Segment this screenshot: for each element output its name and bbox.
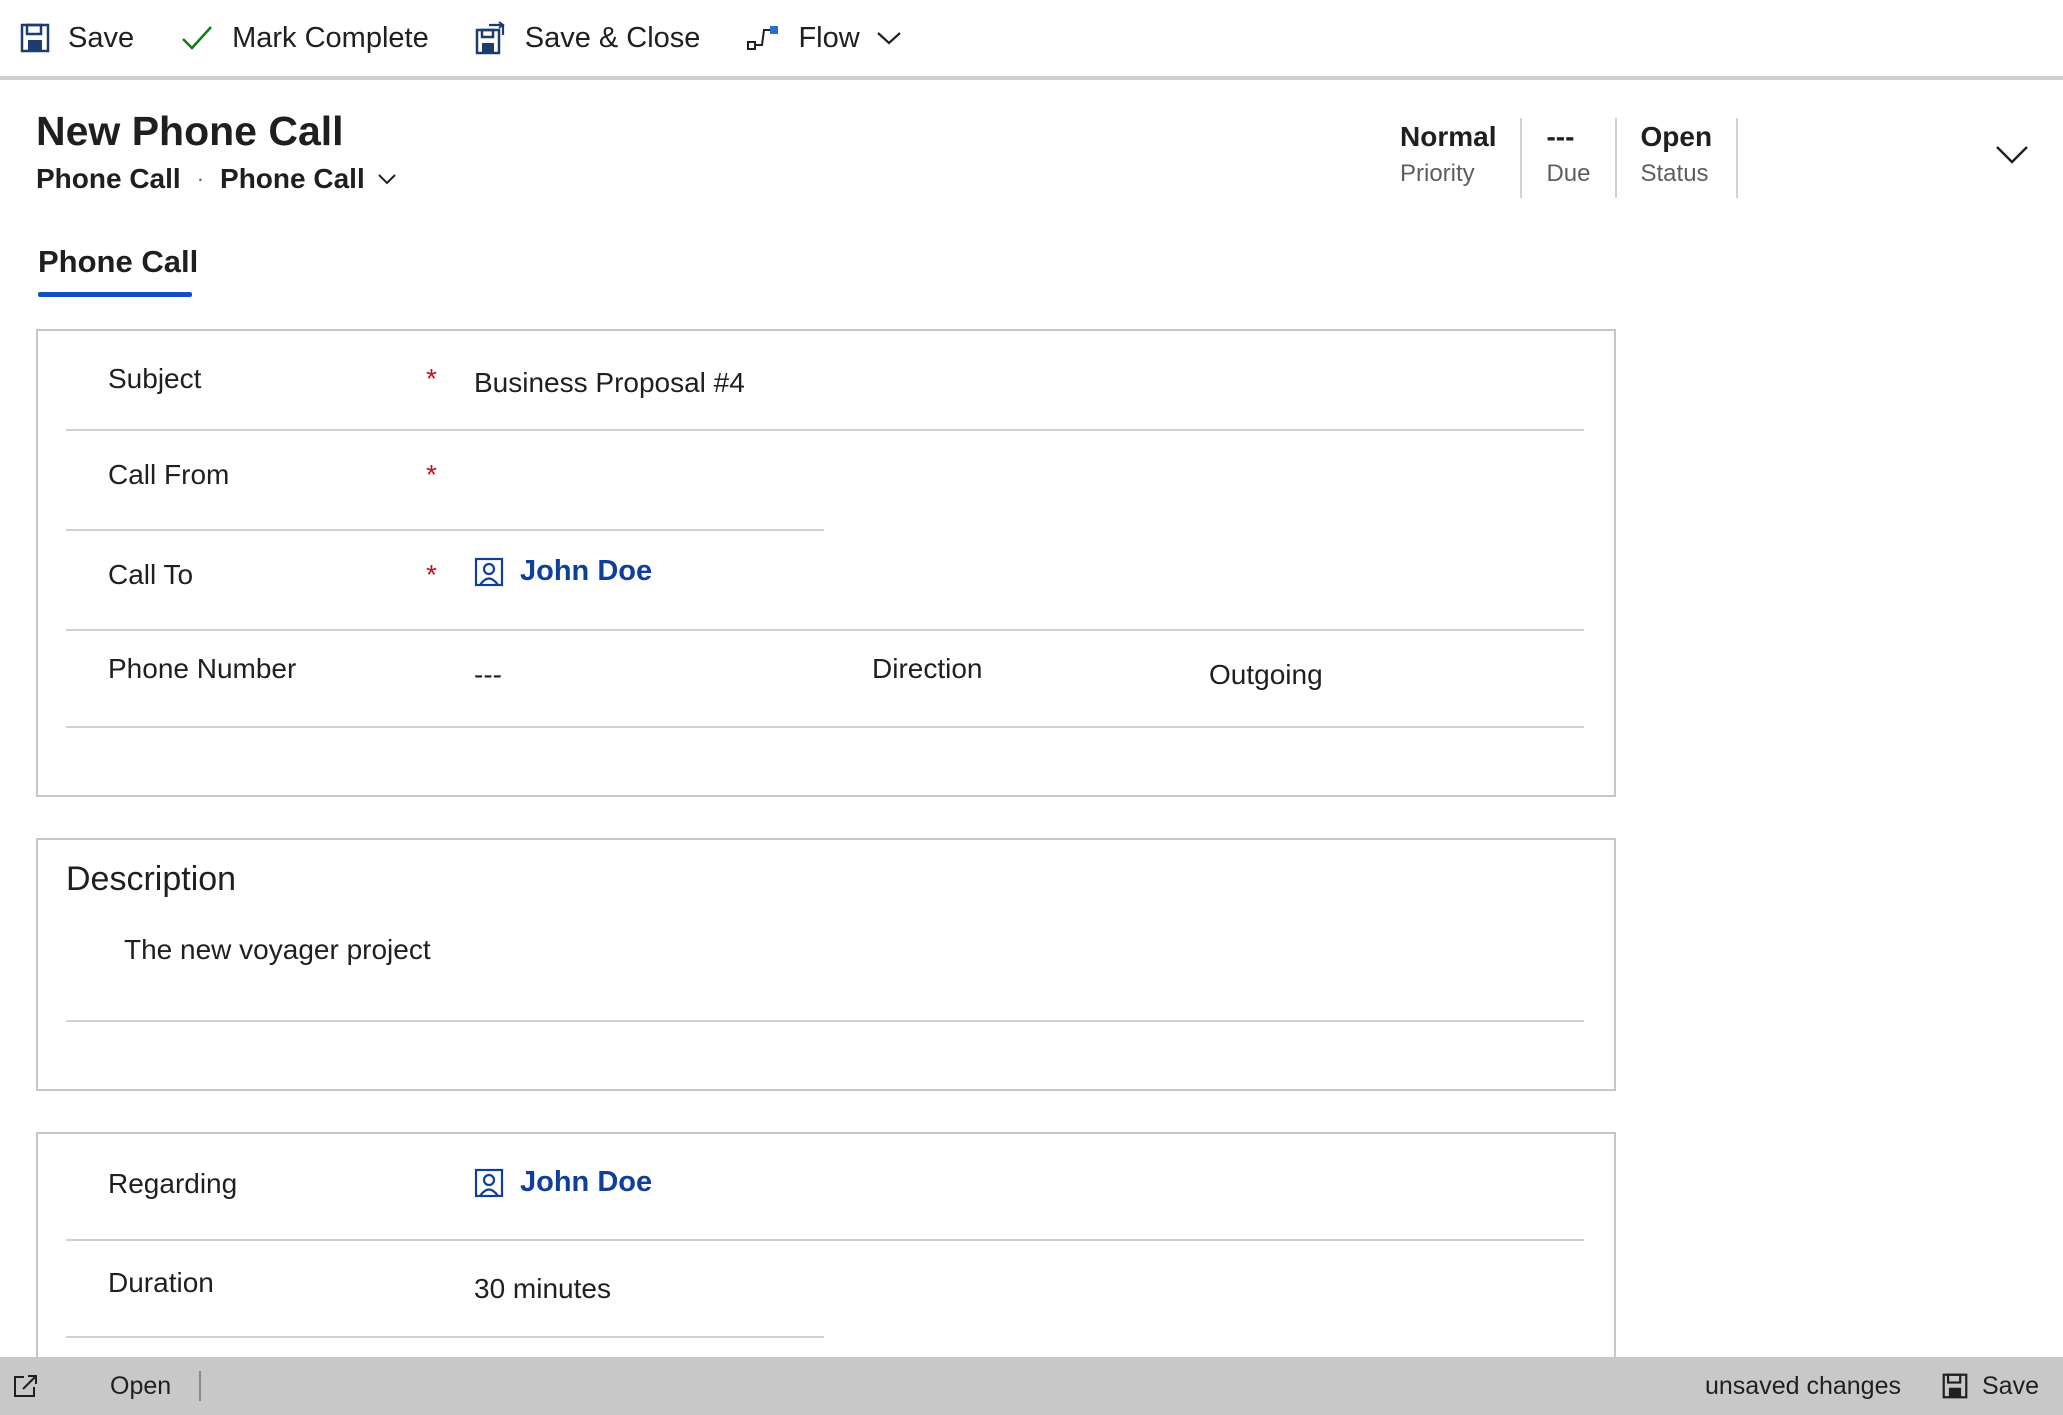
subject-field[interactable]: Business Proposal #4	[474, 367, 745, 399]
contact-icon	[474, 1168, 504, 1197]
call-to-row: Call To * John Doe	[66, 531, 1584, 631]
chevron-down-icon	[378, 174, 396, 185]
unsaved-changes-indicator: unsaved changes	[1705, 1371, 1901, 1400]
form-name: Phone Call	[220, 163, 365, 194]
mark-complete-label: Mark Complete	[232, 21, 429, 54]
subject-label: Subject	[108, 363, 202, 394]
chevron-down-icon	[1996, 146, 2028, 164]
duration-label: Duration	[108, 1267, 214, 1298]
flow-label: Flow	[798, 21, 860, 54]
contact-icon	[474, 557, 504, 586]
call-to-label: Call To	[108, 559, 194, 590]
floppy-disk-icon	[1942, 1373, 1968, 1399]
regarding-lookup[interactable]: John Doe	[474, 1166, 652, 1199]
save-and-close-icon	[475, 21, 505, 55]
phone-direction-row: Phone Number --- Direction Outgoing	[66, 631, 1584, 728]
mark-complete-button[interactable]: Mark Complete	[180, 3, 453, 73]
statusbar-save-label: Save	[1982, 1371, 2039, 1400]
record-header: New Phone Call Phone Call · Phone Call	[36, 108, 397, 195]
tab-phone-call[interactable]: Phone Call	[38, 244, 198, 280]
call-from-label: Call From	[108, 459, 230, 490]
phone-call-section: Subject * Business Proposal #4 Call From…	[36, 329, 1616, 797]
regarding-row: Regarding John Doe	[66, 1134, 1584, 1241]
flow-button[interactable]: Flow	[746, 3, 883, 73]
duration-field[interactable]: 30 minutes	[474, 1273, 611, 1305]
statusbar-save-button[interactable]: Save	[1942, 1372, 2039, 1401]
regarding-label: Regarding	[108, 1168, 238, 1199]
priority-label: Priority	[1400, 160, 1475, 187]
header-field-priority: Normal Priority	[1395, 118, 1523, 198]
phone-number-label: Phone Number	[108, 653, 297, 684]
details-section: Regarding John Doe Duration 30 minutes	[36, 1132, 1616, 1372]
record-subtitle: Phone Call · Phone Call	[36, 163, 397, 195]
separator-dot: ·	[196, 166, 205, 191]
header-field-status: Open Status	[1617, 118, 1739, 198]
call-from-row: Call From *	[66, 431, 824, 531]
required-indicator: *	[426, 363, 437, 394]
entity-name: Phone Call	[36, 163, 181, 194]
call-to-value: John Doe	[520, 555, 653, 587]
priority-value: Normal	[1400, 121, 1497, 152]
regarding-value: John Doe	[520, 1166, 653, 1198]
description-underline	[66, 920, 1584, 1022]
chevron-down-icon	[876, 32, 901, 45]
command-bar: Save Mark Complete Save & Close Flow	[0, 0, 2063, 80]
header-expand-button[interactable]	[1995, 144, 2029, 171]
direction-field[interactable]: Outgoing	[1209, 659, 1323, 691]
required-indicator: *	[426, 459, 437, 490]
record-status: Open	[110, 1371, 172, 1400]
checkmark-icon	[182, 26, 213, 50]
phone-number-field[interactable]: ---	[474, 659, 502, 691]
floppy-disk-icon	[20, 23, 50, 53]
save-and-close-label: Save & Close	[524, 21, 701, 54]
flow-icon	[747, 26, 779, 50]
due-label: Due	[1546, 160, 1591, 187]
status-divider	[199, 1371, 202, 1401]
due-value: ---	[1546, 121, 1575, 152]
open-in-new-window-button[interactable]	[12, 1373, 40, 1399]
description-title: Description	[66, 860, 237, 898]
status-bar: Open unsaved changes Save	[0, 1357, 2063, 1415]
active-tab-indicator	[38, 292, 192, 297]
pop-out-icon	[14, 1375, 37, 1397]
page-title: New Phone Call	[36, 108, 344, 154]
subject-row: Subject * Business Proposal #4	[66, 331, 1584, 431]
save-label: Save	[68, 21, 135, 54]
status-label: Status	[1640, 160, 1709, 187]
duration-row: Duration 30 minutes	[66, 1241, 824, 1338]
save-and-close-button[interactable]: Save & Close	[475, 3, 725, 73]
form-selector[interactable]: Phone Call	[220, 163, 397, 195]
description-section: Description The new voyager project	[36, 838, 1616, 1091]
call-from-field[interactable]	[474, 459, 814, 499]
more-commands-chevron[interactable]	[876, 3, 902, 73]
header-fields: Normal Priority --- Due Open Status	[1395, 118, 1739, 198]
direction-label: Direction	[872, 653, 983, 684]
save-button[interactable]: Save	[20, 3, 158, 73]
status-value: Open	[1640, 121, 1713, 152]
header-field-due: --- Due	[1522, 118, 1617, 198]
required-indicator: *	[426, 559, 437, 590]
call-to-lookup[interactable]: John Doe	[474, 555, 652, 588]
